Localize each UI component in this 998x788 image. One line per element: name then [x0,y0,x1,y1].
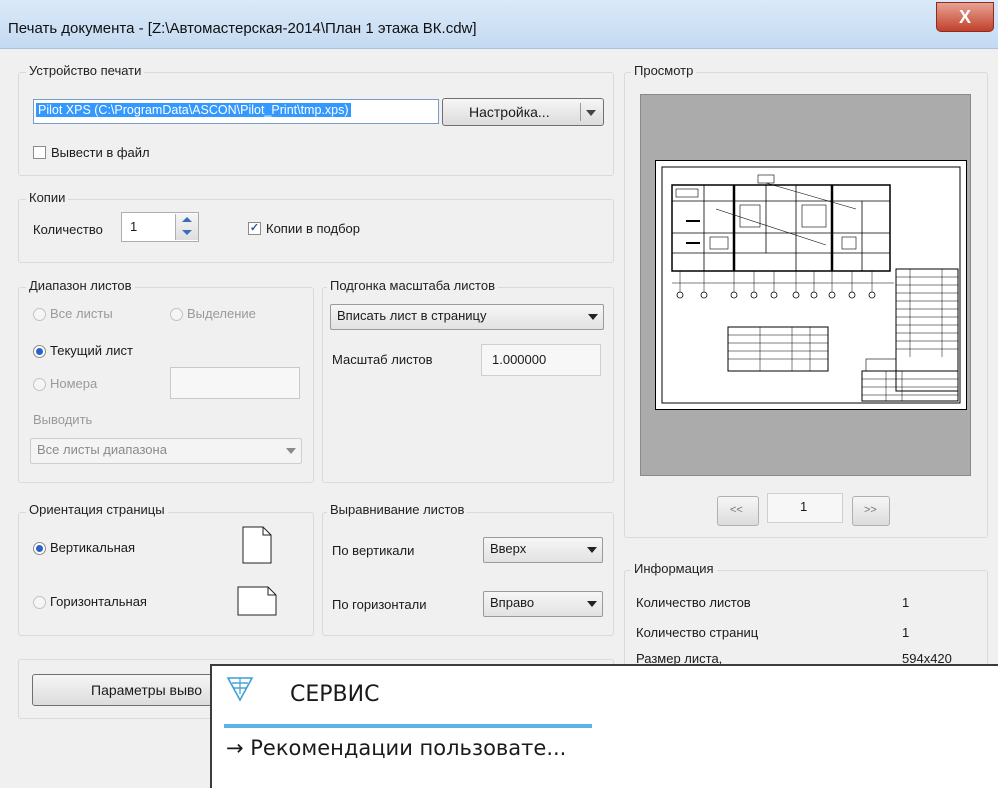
setup-chevron-down-icon[interactable] [586,110,596,116]
preview-page-field[interactable]: 1 [767,493,843,523]
copies-group-label: Копии [26,190,69,205]
info-sheets-label: Количество листов [636,595,751,610]
align-vertical-chevron-down-icon [587,547,597,553]
preview-next-button[interactable]: >> [852,496,890,526]
range-all-label: Все листы [50,306,113,321]
range-numbers-radio[interactable] [33,378,46,391]
copies-stepper[interactable] [175,214,198,240]
range-output-select[interactable]: Все листы диапазона [30,438,302,464]
scale-fit-value: Вписать лист в страницу [337,308,487,323]
align-vertical-select[interactable]: Вверх [483,537,603,563]
range-output-label: Выводить [33,412,93,427]
service-heading: СЕРВИС [290,682,380,707]
align-horizontal-select[interactable]: Вправо [483,591,603,617]
scale-group-label: Подгонка масштаба листов [327,278,498,293]
portrait-dot [36,545,43,552]
align-horizontal-value: Вправо [490,595,535,610]
range-output-chevron-down-icon [286,448,296,454]
portrait-radio[interactable] [33,542,46,555]
info-pages-label: Количество страниц [636,625,759,640]
preview-group-label: Просмотр [631,63,697,78]
preview-sheet [655,160,967,410]
copies-count-field[interactable]: 1 [121,212,199,242]
align-vertical-label: По вертикали [332,543,415,558]
info-sheets-value: 1 [902,595,910,610]
print-to-file-checkbox[interactable] [33,146,46,159]
scale-value: 1.000000 [492,352,547,367]
device-group-label: Устройство печати [26,63,145,78]
align-horizontal-chevron-down-icon [587,601,597,607]
range-output-value: Все листы диапазона [37,442,167,457]
setup-divider [580,103,581,121]
stepper-down-icon[interactable] [182,230,192,235]
info-pages-value: 1 [902,625,910,640]
printer-value: Pilot XPS (C:\ProgramData\ASCON\Pilot_Pr… [36,103,351,117]
portrait-page-icon [242,526,272,564]
output-params-label: Параметры выво [91,682,203,698]
range-selection-label: Выделение [187,306,256,321]
range-numbers-field[interactable] [170,367,300,399]
stepper-up-icon[interactable] [182,217,192,222]
scale-label: Масштаб листов [332,352,433,367]
preview-page-value: 1 [800,499,808,514]
range-selection-radio[interactable] [170,308,183,321]
service-recommendations-link[interactable]: → Рекомендации пользовате... [226,736,566,760]
service-panel: СЕРВИС → Рекомендации пользовате... [210,664,998,788]
window-title: Печать документа - [Z:\Автомастерская-20… [8,20,477,37]
landscape-radio[interactable] [33,596,46,609]
landscape-page-icon [237,586,277,616]
range-current-label: Текущий лист [50,343,133,358]
scale-fit-select[interactable]: Вписать лист в страницу [330,304,604,330]
orientation-group-label: Ориентация страницы [26,502,168,517]
printer-field[interactable]: Pilot XPS (C:\ProgramData\ASCON\Pilot_Pr… [33,99,439,124]
range-current-radio[interactable] [33,345,46,358]
title-bar: Печать документа - [Z:\Автомастерская-20… [0,0,998,49]
floor-plan-drawing [661,166,961,404]
scale-field[interactable]: 1.000000 [481,344,601,376]
kompas-logo-icon [226,677,254,702]
range-all-radio[interactable] [33,308,46,321]
range-numbers-label: Номера [50,376,98,391]
printer-setup-button[interactable]: Настройка... [442,98,604,126]
portrait-label: Вертикальная [50,540,136,555]
copies-count-value: 1 [130,219,138,234]
print-to-file-label: Вывести в файл [51,145,150,160]
collate-label: Копии в подбор [266,221,360,236]
align-group [322,512,614,636]
preview-prev-button[interactable]: << [717,496,759,526]
scale-fit-chevron-down-icon [588,314,598,320]
output-params-button[interactable]: Параметры выво [32,674,232,706]
collate-checkbox[interactable]: ✓ [248,222,261,235]
preview-prev-label: << [730,504,743,516]
landscape-label: Горизонтальная [50,594,147,609]
align-vertical-value: Вверх [490,541,527,556]
align-horizontal-label: По горизонтали [332,597,427,612]
printer-setup-label: Настройка... [469,104,550,120]
service-divider [224,724,592,728]
close-button[interactable]: X [936,2,994,32]
copies-count-label: Количество [33,222,103,237]
range-current-dot [36,348,43,355]
preview-next-label: >> [864,504,877,516]
info-group-label: Информация [631,561,717,576]
range-group-label: Диапазон листов [26,278,135,293]
align-group-label: Выравнивание листов [327,502,468,517]
